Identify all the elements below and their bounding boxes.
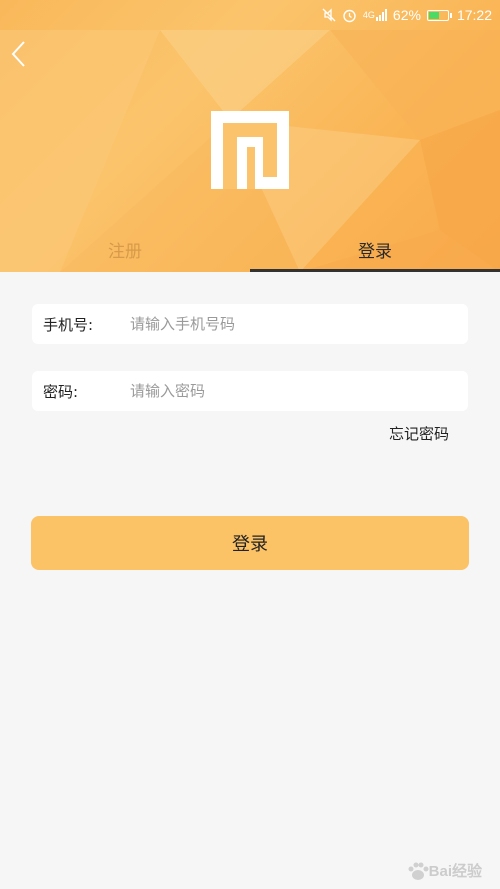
auth-tabs: 注册 登录: [0, 226, 500, 272]
signal-icon: [375, 9, 387, 21]
chevron-left-icon: [11, 41, 25, 67]
tab-register-label: 注册: [108, 241, 142, 262]
watermark-text: Bai经验: [428, 863, 482, 880]
app-logo: [211, 111, 289, 189]
alarm-icon: [342, 8, 357, 23]
password-input[interactable]: [130, 382, 468, 400]
phone-input[interactable]: [130, 315, 468, 333]
status-bar: 4G 62% 17:22: [0, 0, 500, 30]
network-type: 4G: [362, 10, 375, 20]
phone-field: 手机号:: [32, 304, 468, 344]
forgot-password-link[interactable]: 忘记密码: [389, 423, 449, 444]
phone-label: 手机号:: [43, 315, 94, 334]
signal-indicator: 4G: [363, 9, 387, 21]
watermark: Bai经验: [407, 860, 482, 881]
password-field: 密码:: [32, 371, 468, 411]
clock: 17:22: [456, 7, 492, 23]
tab-login-label: 登录: [358, 241, 392, 262]
mute-icon: [322, 8, 336, 22]
tab-login[interactable]: 登录: [250, 226, 500, 272]
login-button[interactable]: 登录: [31, 516, 469, 570]
battery-icon: [426, 9, 452, 21]
paw-icon: [408, 862, 429, 880]
tab-register[interactable]: 注册: [0, 226, 250, 272]
password-label: 密码:: [43, 382, 79, 401]
battery-percent: 62%: [392, 7, 421, 23]
back-button[interactable]: [8, 38, 32, 70]
header-banner: 4G 62% 17:22 注册 登录: [0, 0, 500, 272]
